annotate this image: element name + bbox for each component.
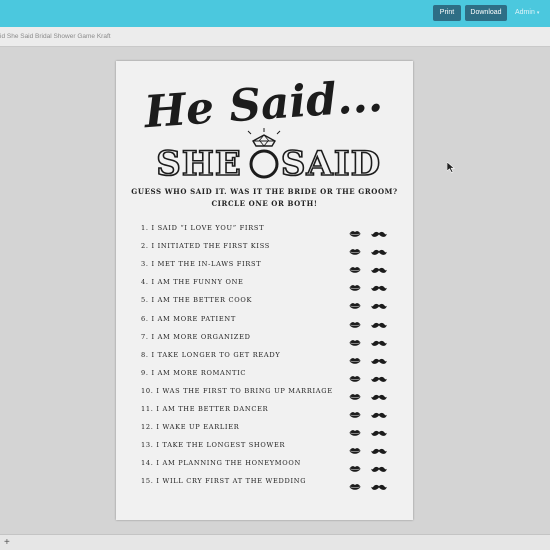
title-line1: He Said... <box>141 71 385 139</box>
document-title-bar: id She Said Bridal Shower Game Kraft <box>0 27 550 47</box>
question-text: 7. I AM MORE ORGANIZED <box>141 332 251 341</box>
question-row: 4. I AM THE FUNNY ONE <box>116 276 413 292</box>
question-text: 15. I WILL CRY FIRST AT THE WEDDING <box>141 477 307 486</box>
question-row: 14. I AM PLANNING THE HONEYMOON <box>116 457 413 473</box>
printable-game-card: He Said... SHE SAID GUESS WHO SAID IT. W… <box>116 61 413 520</box>
question-row: 8. I TAKE LONGER TO GET READY <box>116 349 413 364</box>
print-button[interactable]: Print <box>433 5 461 21</box>
question-text: 5. I AM THE BETTER COOK <box>141 296 253 305</box>
instructions-line1: GUESS WHO SAID IT. WAS IT THE BRIDE OR T… <box>131 187 398 196</box>
question-row: 10. I WAS THE FIRST TO BRING UP MARRIAGE <box>116 385 413 400</box>
card-heading: He Said... SHE SAID <box>141 71 385 185</box>
question-text: 3. I MET THE IN-LAWS FIRST <box>141 260 262 269</box>
question-row: 6. I AM MORE PATIENT <box>116 313 413 328</box>
ring-icon <box>247 128 281 179</box>
question-text: 9. I AM MORE ROMANTIC <box>141 368 247 377</box>
question-row: 11. I AM THE BETTER DANCER <box>116 403 413 418</box>
question-row: 15. I WILL CRY FIRST AT THE WEDDING <box>116 475 413 491</box>
question-text: 6. I AM MORE PATIENT <box>141 314 236 323</box>
question-row: 9. I AM MORE ROMANTIC <box>116 367 413 382</box>
question-row: 3. I MET THE IN-LAWS FIRST <box>116 258 413 274</box>
mustache-icon <box>371 478 387 496</box>
question-text: 11. I AM THE BETTER DANCER <box>141 405 269 413</box>
question-text: 14. I AM PLANNING THE HONEYMOON <box>141 459 301 468</box>
question-row: 7. I AM MORE ORGANIZED <box>116 331 413 346</box>
question-text: 4. I AM THE FUNNY ONE <box>141 278 244 287</box>
question-text: 8. I TAKE LONGER TO GET READY <box>141 350 281 359</box>
question-row: 5. I AM THE BETTER COOK <box>116 294 413 310</box>
download-button[interactable]: Download <box>465 5 507 21</box>
mouse-cursor-icon <box>447 162 455 173</box>
admin-label: Admin <box>515 9 535 16</box>
question-text: 13. I TAKE THE LONGEST SHOWER <box>141 441 286 450</box>
question-row: 12. I WAKE UP EARLIER <box>116 421 413 436</box>
document-title: id She Said Bridal Shower Game Kraft <box>0 33 111 40</box>
bottom-bar: + <box>0 534 550 550</box>
title-said: SAID <box>281 144 381 184</box>
question-text: 10. I WAS THE FIRST TO BRING UP MARRIAGE <box>141 386 333 395</box>
question-row: 1. I SAID “I LOVE YOU” FIRST <box>116 222 413 237</box>
question-row: 13. I TAKE THE LONGEST SHOWER <box>116 439 413 455</box>
title-she: SHE <box>156 144 242 184</box>
top-toolbar: Print Download Admin ▾ <box>0 0 550 27</box>
question-text: 1. I SAID “I LOVE YOU” FIRST <box>141 224 265 232</box>
question-text: 12. I WAKE UP EARLIER <box>141 423 240 432</box>
instructions-line2: CIRCLE ONE OR BOTH! <box>211 199 318 208</box>
question-text: 2. I INITIATED THE FIRST KISS <box>141 242 271 251</box>
chevron-down-icon: ▾ <box>536 10 540 16</box>
lips-icon <box>349 478 361 496</box>
question-row: 2. I INITIATED THE FIRST KISS <box>116 240 413 255</box>
add-icon[interactable]: + <box>4 535 10 550</box>
admin-menu[interactable]: Admin ▾ <box>515 5 539 21</box>
